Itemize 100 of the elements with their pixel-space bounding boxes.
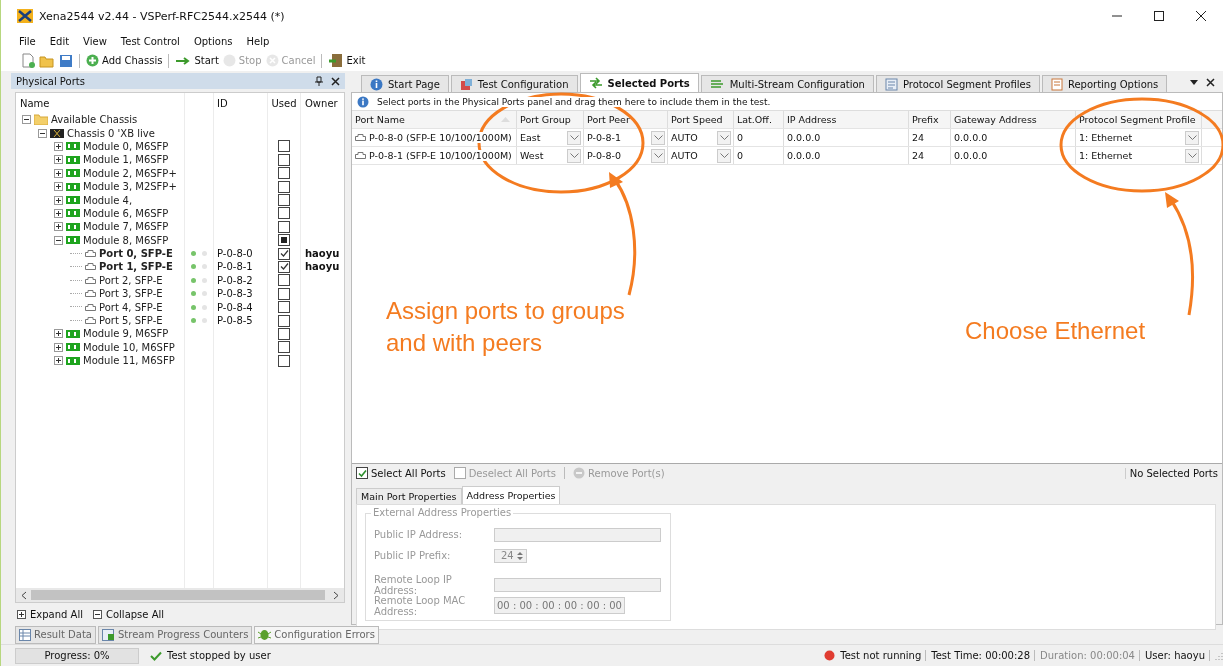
maximize-icon[interactable] (1153, 10, 1165, 22)
expand-icon[interactable] (54, 182, 63, 192)
table-dropdown[interactable]: 1: Ethernet (1076, 147, 1202, 164)
port-checkbox[interactable]: Select All Ports (356, 467, 446, 479)
column-header[interactable]: Owner (300, 93, 344, 113)
document-tab[interactable]: Selected Ports (579, 73, 699, 92)
panel-tab[interactable]: Configuration Errors (254, 625, 379, 644)
input-field[interactable]: 00 : 00 : 00 : 00 : 00 : 00 (494, 597, 625, 614)
tree-item[interactable]: Module 11, M6SFP (83, 355, 175, 367)
column-header[interactable]: Used (267, 93, 300, 113)
used-checkbox[interactable] (278, 274, 290, 287)
used-checkbox[interactable] (278, 220, 290, 233)
menu-item[interactable]: File (19, 35, 36, 47)
used-checkbox[interactable] (278, 167, 290, 180)
used-checkbox[interactable] (278, 301, 290, 314)
property-tab[interactable]: Address Properties (461, 486, 561, 504)
tree-item[interactable]: Module 1, M6SFP (83, 154, 169, 166)
used-checkbox[interactable] (278, 247, 290, 260)
tab-list-icon[interactable] (1190, 80, 1198, 85)
input-field[interactable] (494, 527, 661, 542)
expand-icon[interactable] (54, 195, 63, 205)
column-header[interactable]: Prefix (909, 111, 951, 128)
column-header[interactable]: ID (213, 93, 267, 113)
column-header[interactable]: Gateway Address (951, 111, 1076, 128)
table-dropdown[interactable]: P-0-8-0 (584, 147, 668, 164)
tree-item[interactable]: Module 2, M6SFP+ (83, 167, 177, 179)
tree-item[interactable]: Available Chassis (51, 114, 138, 126)
tree-item[interactable]: Port 0, SFP-E (99, 248, 173, 260)
tree-item[interactable]: Module 0, M6SFP (83, 140, 169, 152)
tree-item[interactable]: Port 1, SFP-E (99, 261, 173, 273)
scroll-right-icon[interactable] (333, 590, 340, 600)
panel-tab[interactable]: Result Data (15, 625, 96, 644)
used-checkbox[interactable] (278, 354, 290, 367)
table-dropdown[interactable]: West (517, 147, 584, 164)
used-checkbox[interactable] (278, 341, 290, 354)
table-dropdown[interactable]: AUTO (668, 147, 734, 164)
column-header[interactable]: Lat.Off. (734, 111, 784, 128)
table-dropdown[interactable]: AUTO (668, 129, 734, 146)
collapse-icon[interactable] (38, 128, 47, 138)
property-tab[interactable]: Main Port Properties (356, 488, 462, 504)
document-tab[interactable]: Protocol Segment Profiles (875, 75, 1040, 92)
scroll-left-icon[interactable] (20, 590, 27, 600)
tree-item[interactable]: Module 10, M6SFP (83, 341, 175, 353)
close-icon[interactable] (331, 76, 340, 86)
column-header[interactable]: Name (16, 93, 184, 113)
close-icon[interactable] (1206, 78, 1215, 87)
used-checkbox[interactable] (278, 287, 290, 300)
panel-tab[interactable]: Stream Progress Counters (97, 625, 253, 644)
used-checkbox[interactable] (278, 327, 290, 340)
expand-icon[interactable] (54, 141, 63, 151)
table-dropdown[interactable]: 1: Ethernet (1076, 129, 1202, 146)
used-checkbox[interactable] (278, 140, 290, 153)
used-checkbox[interactable] (278, 180, 290, 193)
tree-item[interactable]: Module 8, M6SFP (83, 234, 169, 246)
document-tab[interactable]: Multi-Stream Configuration (700, 75, 874, 92)
used-checkbox[interactable] (278, 261, 290, 273)
tree-action-button[interactable]: Expand All (17, 608, 83, 620)
expand-icon[interactable] (54, 155, 63, 165)
expand-icon[interactable] (54, 208, 63, 218)
toolbar-button[interactable]: Add Chassis (86, 54, 163, 67)
expand-icon[interactable] (54, 356, 63, 366)
used-checkbox[interactable] (278, 207, 290, 220)
expand-icon[interactable] (54, 222, 63, 232)
tree-item[interactable]: Module 9, M6SFP (83, 328, 169, 340)
scrollbar-thumb[interactable] (31, 590, 325, 600)
input-field[interactable] (494, 577, 661, 592)
used-checkbox[interactable] (278, 234, 290, 247)
tree-item[interactable]: Module 3, M2SFP+ (83, 181, 177, 193)
used-checkbox[interactable] (278, 153, 290, 166)
column-header[interactable]: Port Speed (668, 111, 734, 128)
table-dropdown[interactable]: P-0-8-1 (584, 129, 668, 146)
toolbar-button[interactable]: Exit (328, 53, 366, 68)
collapse-icon[interactable] (22, 115, 31, 125)
document-tab[interactable]: Start Page (361, 75, 449, 92)
new-file-button[interactable] (21, 53, 35, 68)
column-header[interactable]: Port Peer (584, 111, 668, 128)
tree-item[interactable]: Chassis 0 'XB live (67, 127, 155, 139)
tree-item[interactable]: Port 4, SFP-E (99, 301, 163, 313)
used-checkbox[interactable] (278, 314, 290, 327)
spinner-arrows-icon[interactable] (516, 549, 524, 562)
column-header[interactable]: Protocol Segment Profile (1076, 111, 1202, 128)
pin-icon[interactable] (315, 76, 323, 86)
tree-item[interactable]: Module 4, (83, 194, 133, 206)
tree-item[interactable]: Port 2, SFP-E (99, 274, 163, 286)
menu-item[interactable]: View (83, 35, 107, 47)
tree-item[interactable]: Module 7, M6SFP (83, 221, 169, 233)
close-icon[interactable] (1195, 10, 1207, 22)
menu-item[interactable]: Edit (49, 35, 70, 47)
tree-item[interactable]: Port 5, SFP-E (99, 315, 163, 327)
document-tab[interactable]: Reporting Options (1041, 75, 1168, 92)
menu-item[interactable]: Test Control (120, 35, 180, 47)
menu-item[interactable]: Options (193, 35, 233, 47)
column-header[interactable]: IP Address (784, 111, 909, 128)
used-checkbox[interactable] (278, 194, 290, 207)
expand-icon[interactable] (54, 329, 63, 339)
expand-icon[interactable] (54, 168, 63, 178)
column-header[interactable]: Port Group (517, 111, 584, 128)
tree-item[interactable]: Module 6, M6SFP (83, 207, 169, 219)
tree-action-button[interactable]: Collapse All (93, 608, 165, 620)
document-tab[interactable]: Test Configuration (450, 75, 578, 92)
